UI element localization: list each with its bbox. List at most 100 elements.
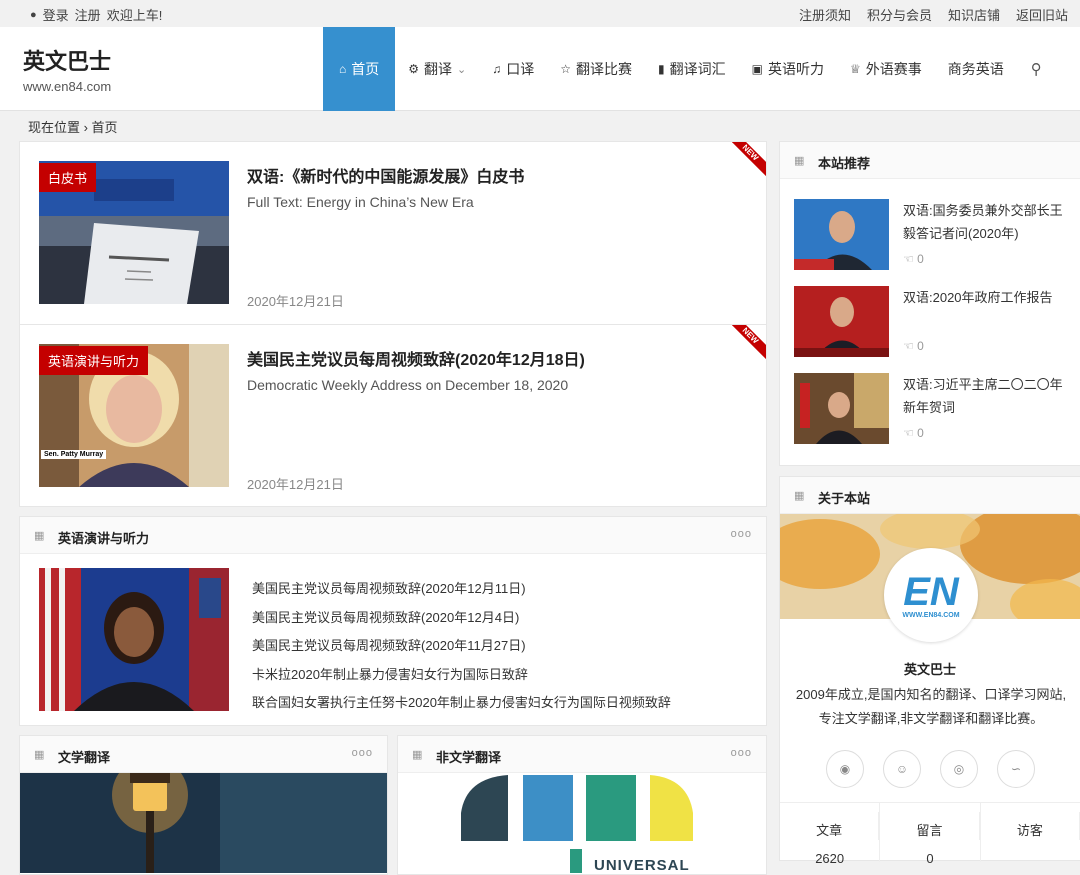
category-tag[interactable]: 白皮书: [39, 163, 97, 192]
new-badge-label: NEW: [732, 142, 766, 176]
nav-label: 翻译词汇: [669, 61, 726, 77]
nav-home[interactable]: ⌂ 首页: [323, 27, 396, 111]
recommend-thumbnail[interactable]: [794, 286, 889, 357]
top-bar: ● 登录 注册 欢迎上车! 注册须知 积分与会员 知识店铺 返回旧站: [0, 0, 1080, 27]
xi-jinping-image: [794, 373, 889, 444]
category-tag[interactable]: 英语演讲与听力: [39, 346, 149, 375]
wang-yi-image: [794, 199, 889, 270]
post-subtitle: Full Text: Energy in China’s New Era: [247, 194, 474, 210]
like-value: 0: [917, 339, 924, 353]
lantern-image: [20, 773, 387, 873]
nav-listening[interactable]: ▣ 英语听力: [739, 27, 837, 111]
nav-label: 翻译比赛: [576, 61, 632, 77]
recommend-item[interactable]: 双语:习近平主席二〇二〇年新年贺词 ☜ 0: [794, 373, 1080, 447]
post-card[interactable]: 英语演讲与听力 Sen. Patty Murray 美国民主党议员每周视频致辞(…: [19, 324, 767, 507]
rss-icon[interactable]: ∽: [997, 750, 1035, 788]
recommend-title[interactable]: 双语:2020年政府工作报告: [903, 286, 1073, 309]
speech-list: 美国民主党议员每周视频致辞(2020年12月11日) 美国民主党议员每周视频致辞…: [252, 575, 671, 718]
block-header: ▦ 本站推荐: [780, 142, 1080, 179]
stat-label: 留言: [880, 812, 980, 840]
stat-articles: 文章 2620: [780, 803, 881, 866]
recommend-block: ▦ 本站推荐 双语:国务委员兼外交部长王毅答记者问(2020年) ☜ 0 双语:…: [779, 141, 1080, 466]
block-title: 关于本站: [818, 491, 871, 506]
post-date: 2020年12月21日: [247, 294, 344, 309]
like-value: 0: [917, 426, 924, 440]
grid-icon: ▦: [34, 749, 45, 761]
nav-translation[interactable]: ⚙ 翻译 ⌄: [395, 27, 479, 111]
logo-url-text: WWW.EN84.COM: [902, 611, 960, 619]
recommend-item[interactable]: 双语:2020年政府工作报告 ☜ 0: [794, 286, 1080, 360]
like-count[interactable]: ☜ 0: [903, 252, 924, 266]
nav-business[interactable]: 商务英语: [935, 27, 1017, 111]
user-icon: ●: [30, 8, 37, 21]
stat-comments: 留言 0: [880, 803, 981, 866]
block-header: ▦ 英语演讲与听力 ooo: [20, 517, 766, 554]
site-logo[interactable]: 英文巴士 www.en84.com: [23, 44, 111, 94]
register-link[interactable]: 注册: [75, 5, 101, 24]
speaker-image: [39, 568, 229, 711]
recommend-title[interactable]: 双语:国务委员兼外交部长王毅答记者问(2020年): [903, 199, 1073, 245]
qq-icon[interactable]: ☺: [883, 750, 921, 788]
about-block: ▦ 关于本站 EN WWW.EN84.COM 英文巴士 2009年成立,是国内知…: [779, 476, 1080, 866]
top-link-old-site[interactable]: 返回旧站: [1016, 5, 1068, 24]
list-item[interactable]: 美国民主党议员每周视频致辞(2020年11月27日): [252, 632, 671, 661]
recommend-thumbnail[interactable]: [794, 199, 889, 270]
new-badge: NEW: [732, 142, 766, 176]
stat-label: 文章: [780, 812, 880, 840]
logo-main-text: EN: [903, 569, 959, 614]
more-icon[interactable]: ooo: [731, 747, 752, 759]
thumbs-up-icon: ☜: [903, 339, 914, 353]
post-title[interactable]: 双语:《新时代的中国能源发展》白皮书: [247, 163, 524, 187]
post-subtitle: Democratic Weekly Address on December 18…: [247, 377, 569, 393]
list-item[interactable]: 联合国妇女署执行主任努卡2020年制止暴力侵害妇女行为国际日视频致辞: [252, 689, 671, 718]
more-icon[interactable]: ooo: [731, 528, 752, 540]
stat-value: 0: [926, 851, 934, 866]
nav-interpretation[interactable]: ♫ 口译: [479, 27, 547, 111]
speech-thumbnail[interactable]: [39, 568, 229, 711]
block-title[interactable]: 非文学翻译: [436, 747, 501, 766]
stat-value: 2620: [815, 851, 845, 866]
weibo-icon[interactable]: ◎: [940, 750, 978, 788]
post-title[interactable]: 美国民主党议员每周视频致辞(2020年12月18日): [247, 346, 585, 370]
top-link-rules[interactable]: 注册须知: [799, 5, 851, 24]
more-icon[interactable]: ooo: [352, 747, 373, 759]
nav-contest[interactable]: ☆ 翻译比赛: [547, 27, 645, 111]
recommend-item[interactable]: 双语:国务委员兼外交部长王毅答记者问(2020年) ☜ 0: [794, 199, 1080, 273]
like-count[interactable]: ☜ 0: [903, 339, 924, 353]
block-title[interactable]: 文学翻译: [58, 747, 110, 766]
headphones-icon: ♫: [492, 62, 502, 76]
post-date: 2020年12月21日: [247, 477, 344, 492]
login-link[interactable]: 登录: [43, 5, 69, 24]
chevron-down-icon: ⌄: [457, 63, 467, 76]
recommend-thumbnail[interactable]: [794, 373, 889, 444]
top-link-points[interactable]: 积分与会员: [867, 5, 932, 24]
breadcrumb: 现在位置 › 首页: [28, 120, 118, 135]
about-site-name: 英文巴士: [903, 662, 956, 677]
block-title: 本站推荐: [818, 156, 871, 171]
recommend-title[interactable]: 双语:习近平主席二〇二〇年新年贺词: [903, 373, 1073, 419]
post-card[interactable]: 白皮书 双语:《新时代的中国能源发展》白皮书 Full Text: Energy…: [19, 141, 767, 325]
nav-vocab[interactable]: ▮ 翻译词汇: [645, 27, 739, 111]
nav-competitions[interactable]: ♕ 外语赛事: [837, 27, 935, 111]
list-item[interactable]: 美国民主党议员每周视频致辞(2020年12月4日): [252, 604, 671, 633]
umbrella-logo-text: UNIVERSAL: [594, 857, 690, 874]
nav-label: 口译: [506, 61, 535, 77]
like-count[interactable]: ☜ 0: [903, 426, 924, 440]
post-thumbnail[interactable]: 白皮书: [39, 161, 229, 304]
list-item[interactable]: 卡米拉2020年制止暴力侵害妇女行为国际日致辞: [252, 661, 671, 690]
stat-visitors: 访客: [981, 803, 1080, 862]
top-link-shop[interactable]: 知识店铺: [948, 5, 1000, 24]
block-title[interactable]: 英语演讲与听力: [58, 528, 149, 547]
wechat-icon[interactable]: ◉: [826, 750, 864, 788]
block-header: ▦ 关于本站: [780, 477, 1080, 514]
site-name: 英文巴士: [23, 49, 112, 74]
search-button[interactable]: ⚲: [1017, 27, 1052, 111]
nonliterary-translation-block: ▦ 非文学翻译 ooo UNIVERSAL: [397, 735, 767, 875]
grid-icon: ▦: [794, 490, 805, 502]
thumbs-up-icon: ☜: [903, 426, 914, 440]
main-nav: ⌂ 首页 ⚙ 翻译 ⌄ ♫ 口译 ☆ 翻译比赛 ▮ 翻译词汇 ▣ 英语听力 ♕ 外语赛事 商务英…: [323, 27, 1052, 111]
gears-icon: ⚙: [408, 62, 420, 76]
post-thumbnail[interactable]: 英语演讲与听力 Sen. Patty Murray: [39, 344, 229, 487]
list-item[interactable]: 美国民主党议员每周视频致辞(2020年12月11日): [252, 575, 671, 604]
play-icon: ▣: [751, 62, 763, 76]
